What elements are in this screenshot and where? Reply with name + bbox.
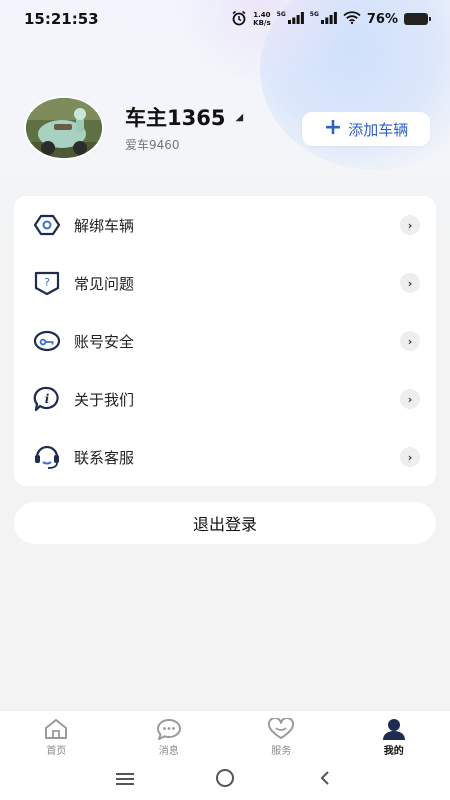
customer-service-icon xyxy=(32,442,62,472)
settings-menu: 解绑车辆 › ? 常见问题 › 账号安全 › i 关于我们 › 联系客服 › xyxy=(14,196,436,486)
menu-item-label: 常见问题 xyxy=(74,274,135,293)
add-vehicle-label: 添加车辆 xyxy=(348,120,409,139)
unbind-icon xyxy=(32,210,62,240)
chevron-right-icon: › xyxy=(400,447,420,467)
home-button[interactable] xyxy=(175,762,275,798)
svg-text:?: ? xyxy=(44,276,50,289)
chevron-right-icon: › xyxy=(400,215,420,235)
profile-header: 车主1365 ◢ 爱车9460 + 添加车辆 xyxy=(24,96,434,162)
battery-icon xyxy=(404,13,431,25)
svg-text:i: i xyxy=(45,392,50,406)
add-vehicle-button[interactable]: + 添加车辆 xyxy=(302,112,430,146)
user-name-text: 车主1365 xyxy=(125,106,226,130)
wifi-icon xyxy=(343,11,361,27)
tab-label: 消息 xyxy=(158,746,179,757)
message-icon xyxy=(155,717,183,741)
menu-item-label: 账号安全 xyxy=(74,332,135,351)
system-nav-bar xyxy=(0,760,450,800)
back-button[interactable] xyxy=(275,762,375,798)
account-security-icon xyxy=(32,326,62,356)
circle-icon xyxy=(215,768,235,792)
tab-profile[interactable]: 我的 xyxy=(338,711,450,760)
signal-icon xyxy=(320,11,337,27)
alarm-icon xyxy=(231,10,247,29)
plus-icon: + xyxy=(323,115,343,140)
menu-item-label: 联系客服 xyxy=(74,448,135,467)
heart-icon xyxy=(267,717,295,741)
profile-icon xyxy=(380,717,408,741)
recent-apps-button[interactable] xyxy=(75,762,175,798)
menu-item-faq[interactable]: ? 常见问题 › xyxy=(14,254,436,312)
signal-label-2: 5G xyxy=(309,10,319,18)
status-bar: 15:21:53 1.40 KB/s 5G 5G 76% xyxy=(0,0,450,38)
menu-item-label: 解绑车辆 xyxy=(74,216,135,235)
user-name[interactable]: 车主1365 ◢ xyxy=(125,102,243,132)
menu-item-customer-service[interactable]: 联系客服 › xyxy=(14,428,436,486)
tab-label: 首页 xyxy=(46,746,67,757)
menu-item-about[interactable]: i 关于我们 › xyxy=(14,370,436,428)
switch-caret-icon[interactable]: ◢ xyxy=(235,112,243,123)
faq-icon: ? xyxy=(32,268,62,298)
menu-item-unbind[interactable]: 解绑车辆 › xyxy=(14,196,436,254)
logout-button[interactable]: 退出登录 xyxy=(14,502,436,544)
chevron-right-icon: › xyxy=(400,331,420,351)
signal-icon xyxy=(287,11,304,27)
chevron-right-icon: › xyxy=(400,389,420,409)
signal-label-1: 5G xyxy=(276,10,286,18)
chevron-right-icon: › xyxy=(400,273,420,293)
home-icon xyxy=(42,717,70,741)
tab-label: 服务 xyxy=(271,746,292,757)
about-icon: i xyxy=(32,384,62,414)
bottom-tab-bar: 首页 消息 服务 我的 xyxy=(0,710,450,760)
battery-percent: 76% xyxy=(366,11,398,27)
tab-label: 我的 xyxy=(383,746,404,757)
car-name: 爱车9460 xyxy=(125,138,180,152)
tab-home[interactable]: 首页 xyxy=(0,711,113,760)
menu-item-account-security[interactable]: 账号安全 › xyxy=(14,312,436,370)
avatar[interactable] xyxy=(24,96,104,160)
menu-item-label: 关于我们 xyxy=(74,390,135,409)
net-speed: 1.40 KB/s xyxy=(253,11,271,27)
status-time: 15:21:53 xyxy=(24,10,99,28)
back-arrow-icon xyxy=(318,770,332,790)
tab-messages[interactable]: 消息 xyxy=(113,711,226,760)
menu-lines-icon xyxy=(115,771,135,790)
tab-services[interactable]: 服务 xyxy=(225,711,338,760)
